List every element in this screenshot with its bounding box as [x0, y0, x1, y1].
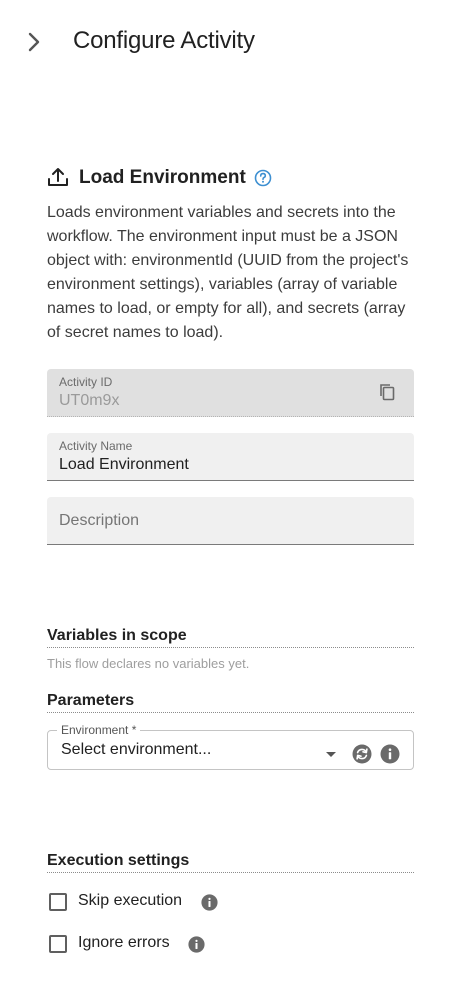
activity-id-label: Activity ID: [59, 375, 113, 389]
skip-execution-label[interactable]: Skip execution: [78, 892, 182, 910]
variables-empty-text: This flow declares no variables yet.: [47, 656, 250, 671]
description-field[interactable]: Description: [47, 497, 414, 545]
execution-section-title: Execution settings: [47, 852, 414, 873]
header: Configure Activity: [0, 0, 470, 84]
page-title: Configure Activity: [73, 27, 255, 54]
activity-id-field[interactable]: Activity ID UT0m9x: [47, 369, 414, 417]
parameters-section-title: Parameters: [47, 692, 414, 713]
upload-icon: [47, 166, 69, 188]
refresh-icon[interactable]: [352, 744, 372, 764]
activity-header: Load Environment: [47, 164, 417, 192]
variables-section-title: Variables in scope: [47, 627, 414, 648]
dropdown-arrow-icon[interactable]: [326, 752, 336, 757]
environment-select[interactable]: Environment * Select environment...: [47, 723, 414, 770]
chevron-right-icon[interactable]: [20, 28, 48, 56]
activity-name-label: Activity Name: [59, 439, 133, 453]
help-circle-icon[interactable]: [253, 168, 273, 188]
info-icon[interactable]: [188, 936, 205, 953]
activity-id-value: UT0m9x: [59, 392, 120, 409]
environment-label: Environment *: [57, 723, 141, 737]
info-icon[interactable]: [201, 894, 218, 911]
info-icon[interactable]: [380, 744, 400, 764]
ignore-errors-row[interactable]: Ignore errors: [47, 932, 347, 956]
environment-value: Select environment...: [61, 741, 212, 758]
activity-name-field[interactable]: Activity Name Load Environment: [47, 433, 414, 481]
skip-execution-row[interactable]: Skip execution: [47, 890, 347, 914]
ignore-errors-checkbox[interactable]: [49, 935, 67, 953]
skip-execution-checkbox[interactable]: [49, 893, 67, 911]
activity-description: Loads environment variables and secrets …: [47, 204, 409, 341]
description-placeholder: Description: [59, 512, 140, 529]
activity-title: Load Environment: [79, 167, 246, 188]
copy-icon[interactable]: [377, 382, 397, 402]
activity-name-value: Load Environment: [59, 456, 189, 473]
ignore-errors-label[interactable]: Ignore errors: [78, 934, 170, 952]
